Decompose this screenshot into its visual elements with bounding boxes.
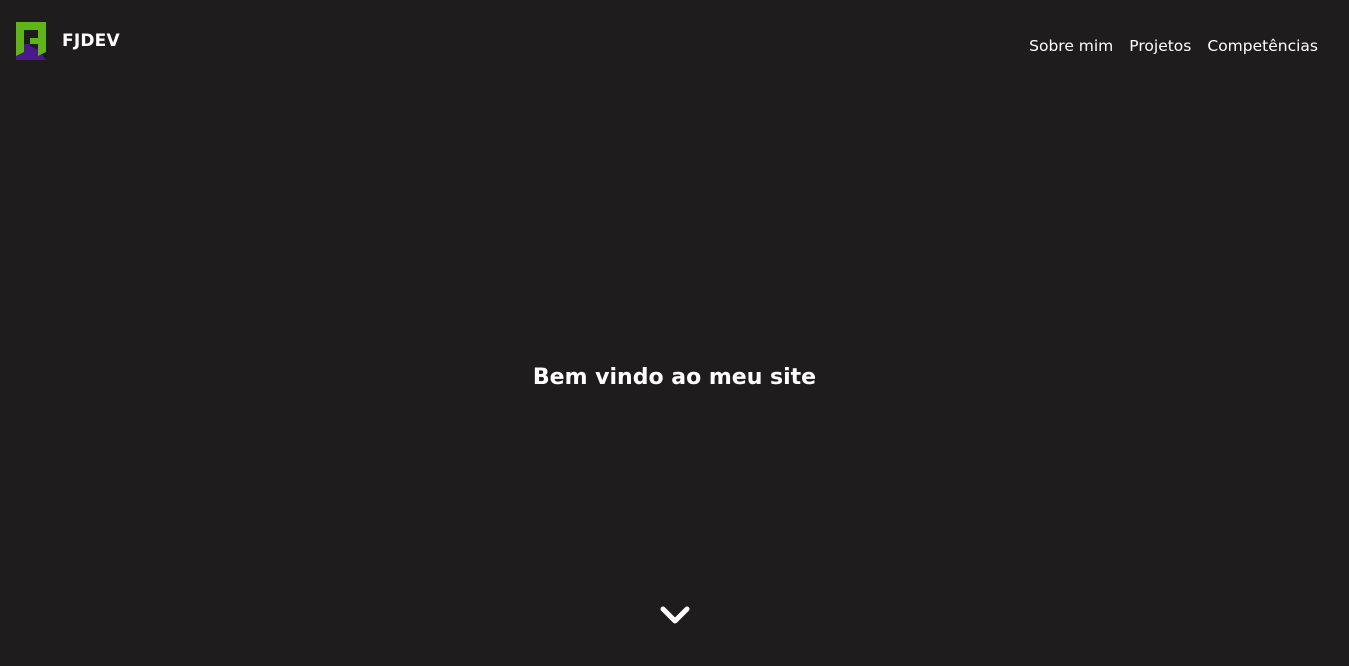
scroll-down-button[interactable] bbox=[658, 603, 692, 629]
hero-title: Bem vindo ao meu site bbox=[532, 365, 817, 390]
nav-link-projetos[interactable]: Projetos bbox=[1129, 35, 1191, 57]
nav-link-competencias[interactable]: Competências bbox=[1207, 35, 1318, 57]
brand-link[interactable]: FJDEV bbox=[16, 22, 120, 60]
nav-link-sobre-mim[interactable]: Sobre mim bbox=[1029, 35, 1113, 57]
chevron-down-icon bbox=[660, 606, 690, 624]
fj-logo-icon bbox=[16, 22, 46, 60]
main-nav: Sobre mim Projetos Competências bbox=[1029, 35, 1318, 57]
site-header: FJDEV Sobre mim Projetos Competências bbox=[0, 0, 1349, 92]
brand-name: FJDEV bbox=[62, 31, 120, 51]
page: FJDEV Sobre mim Projetos Competências Be… bbox=[0, 0, 1349, 666]
